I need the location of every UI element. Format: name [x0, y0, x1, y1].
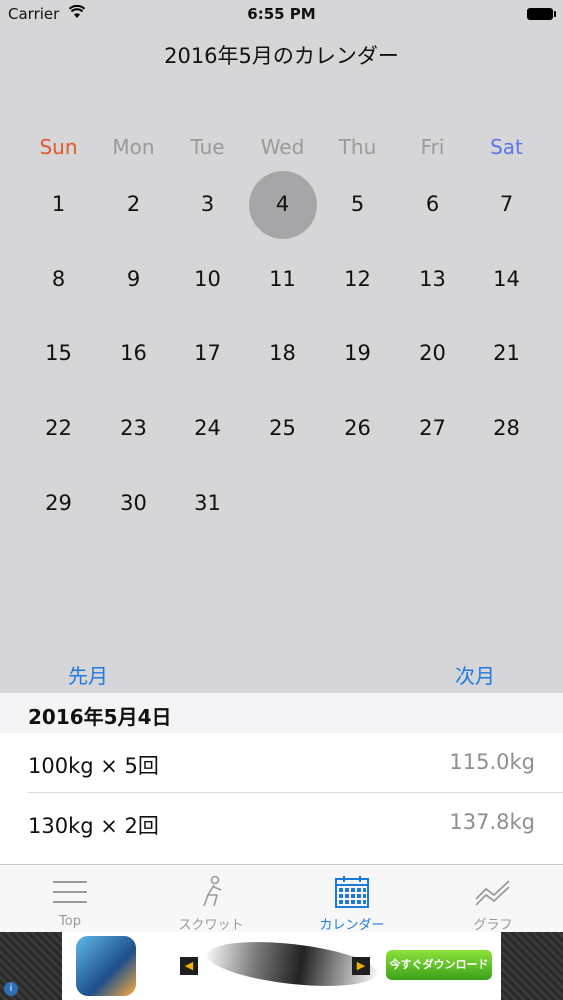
list-footer-space [0, 852, 563, 864]
day-16[interactable]: 16 [96, 316, 171, 391]
day-8[interactable]: 8 [21, 242, 96, 317]
tab-top[interactable]: Top [0, 865, 140, 933]
battery-icon [527, 8, 556, 20]
next-month-button[interactable]: 次月 [455, 660, 495, 689]
record-row[interactable]: 130kg × 2回 137.8kg [0, 793, 563, 853]
day-7[interactable]: 7 [469, 167, 544, 242]
day-19[interactable]: 19 [320, 316, 395, 391]
day-6[interactable]: 6 [395, 167, 470, 242]
day-21[interactable]: 21 [469, 316, 544, 391]
day-25[interactable]: 25 [245, 391, 320, 466]
ad-pattern-right [501, 932, 563, 1000]
day-15[interactable]: 15 [21, 316, 96, 391]
selected-date-label: 2016年5月4日 [28, 705, 172, 729]
status-bar: Carrier 6:55 PM [0, 0, 563, 28]
weekday-fri: Fri [420, 135, 445, 159]
prev-month-button[interactable]: 先月 [68, 660, 108, 689]
tab-calendar-label: カレンダー [319, 918, 385, 933]
ad-arrow-right-icon: ▶ [352, 957, 370, 975]
day-17[interactable]: 17 [170, 316, 245, 391]
ad-app-icon [76, 936, 136, 996]
menu-icon [53, 881, 87, 903]
day-13[interactable]: 13 [395, 242, 470, 317]
tab-top-label: Top [59, 914, 81, 929]
day-14[interactable]: 14 [469, 242, 544, 317]
selected-date-header: 2016年5月4日 [0, 693, 563, 733]
weekday-sun: Sun [39, 135, 78, 159]
day-20[interactable]: 20 [395, 316, 470, 391]
day-5[interactable]: 5 [320, 167, 395, 242]
day-22[interactable]: 22 [21, 391, 96, 466]
tab-calendar[interactable]: カレンダー [282, 865, 422, 933]
ad-content[interactable]: ◀ ▶ 今すぐダウンロード [62, 932, 501, 1000]
day-9[interactable]: 9 [96, 242, 171, 317]
day-11[interactable]: 11 [245, 242, 320, 317]
day-28[interactable]: 28 [469, 391, 544, 466]
day-29[interactable]: 29 [21, 466, 96, 541]
record-row[interactable]: 100kg × 5回 115.0kg [0, 733, 563, 793]
status-time: 6:55 PM [247, 5, 316, 23]
record-weight-reps: 100kg × 5回 [28, 754, 159, 778]
tab-squat-label: スクワット [178, 918, 244, 933]
ad-info-icon[interactable]: i [4, 982, 18, 996]
weekday-tue: Tue [190, 135, 225, 159]
record-weight-reps: 130kg × 2回 [28, 814, 159, 838]
squat-figure-icon [203, 875, 222, 907]
weekday-thu: Thu [338, 135, 377, 159]
tab-squat[interactable]: スクワット [141, 865, 281, 933]
day-12[interactable]: 12 [320, 242, 395, 317]
day-10[interactable]: 10 [170, 242, 245, 317]
day-23[interactable]: 23 [96, 391, 171, 466]
weekday-mon: Mon [112, 135, 155, 159]
day-31[interactable]: 31 [170, 466, 245, 541]
record-estimate: 115.0kg [449, 750, 535, 774]
day-26[interactable]: 26 [320, 391, 395, 466]
ad-arrow-left-icon: ◀ [180, 957, 198, 975]
ad-download-button[interactable]: 今すぐダウンロード [386, 950, 492, 980]
calendar-title: 2016年5月のカレンダー [164, 44, 399, 68]
calendar-icon [335, 876, 369, 908]
day-24[interactable]: 24 [170, 391, 245, 466]
day-1[interactable]: 1 [21, 167, 96, 242]
weekday-sat: Sat [490, 135, 523, 159]
graph-icon [475, 880, 510, 906]
weekday-wed: Wed [260, 135, 305, 159]
tab-graph[interactable]: グラフ [423, 865, 563, 933]
day-18[interactable]: 18 [245, 316, 320, 391]
day-2[interactable]: 2 [96, 167, 171, 242]
tab-bar: Top スクワット カレンダー グラフ [0, 864, 563, 933]
day-4[interactable]: 4 [245, 167, 320, 242]
record-estimate: 137.8kg [449, 810, 535, 834]
day-3[interactable]: 3 [170, 167, 245, 242]
day-30[interactable]: 30 [96, 466, 171, 541]
tab-graph-label: グラフ [473, 918, 513, 933]
day-27[interactable]: 27 [395, 391, 470, 466]
ad-banner[interactable]: ◀ ▶ 今すぐダウンロード i [0, 932, 563, 1000]
